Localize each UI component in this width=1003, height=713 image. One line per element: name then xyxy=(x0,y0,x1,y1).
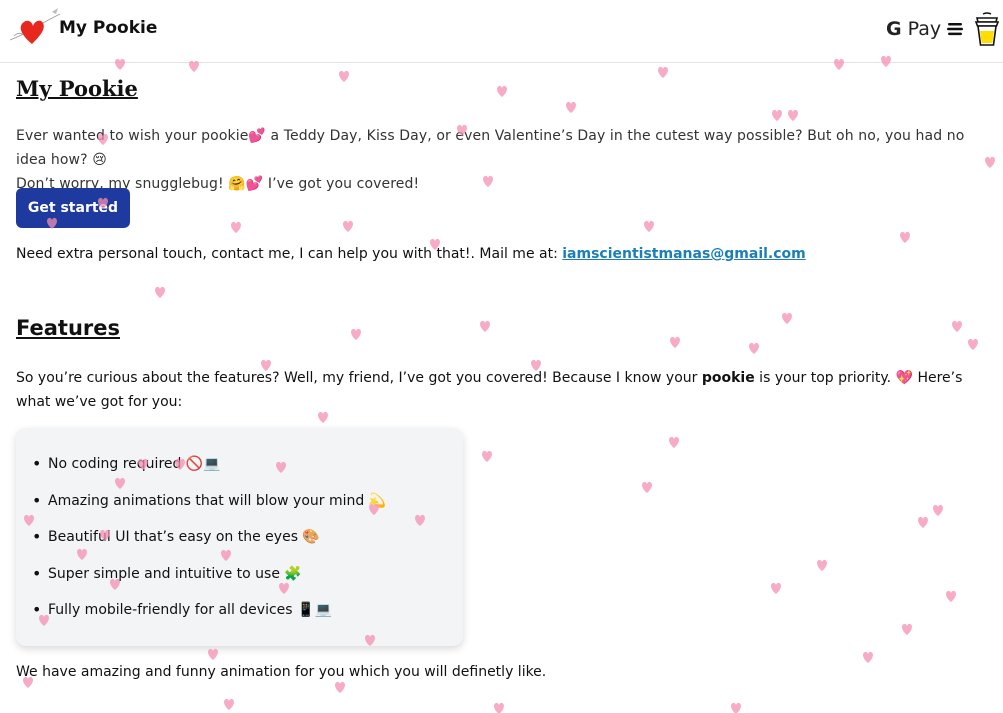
features-intro-start: So you’re curious about the features? We… xyxy=(16,370,702,386)
feature-item: Beautiful UI that’s easy on the eyes 🎨 xyxy=(32,527,386,564)
get-started-button[interactable]: Get started xyxy=(16,188,130,228)
features-card: No coding required 🚫💻 Amazing animations… xyxy=(16,428,463,646)
intro-text: Ever wanted to wish your pookie💕 a Teddy… xyxy=(16,124,991,196)
feature-item: No coding required 🚫💻 xyxy=(32,454,386,491)
feature-item: Amazing animations that will blow your m… xyxy=(32,491,386,528)
animation-note: We have amazing and funny animation for … xyxy=(16,664,547,680)
features-intro-bold: pookie xyxy=(701,370,755,386)
google-pay-button[interactable]: G Pay xyxy=(886,18,941,40)
page-title: My Pookie xyxy=(16,76,138,101)
menu-icon[interactable] xyxy=(947,21,963,37)
google-pay-label: Pay xyxy=(907,18,942,40)
feature-item: Fully mobile-friendly for all devices 📱💻 xyxy=(32,600,386,637)
contact-text: Need extra personal touch, contact me, I… xyxy=(16,246,806,262)
top-navbar: My Pookie G Pay xyxy=(0,0,1003,63)
features-intro: So you’re curious about the features? We… xyxy=(16,366,986,414)
buy-me-a-coffee-icon[interactable] xyxy=(973,12,1001,48)
features-heading: Features xyxy=(16,316,120,340)
features-list: No coding required 🚫💻 Amazing animations… xyxy=(32,454,386,637)
brand-name[interactable]: My Pookie xyxy=(59,18,157,38)
intro-line-1: Ever wanted to wish your pookie💕 a Teddy… xyxy=(16,128,965,168)
contact-label: Need extra personal touch, contact me, I… xyxy=(16,246,563,262)
contact-email-link[interactable]: iamscientistmanas@gmail.com xyxy=(562,246,806,262)
heart-logo-icon[interactable] xyxy=(8,6,62,48)
intro-line-2: Don’t worry, my snugglebug! 🤗💕 I’ve got … xyxy=(16,176,420,192)
feature-item: Super simple and intuitive to use 🧩 xyxy=(32,564,386,601)
google-g-icon: G xyxy=(886,18,902,40)
